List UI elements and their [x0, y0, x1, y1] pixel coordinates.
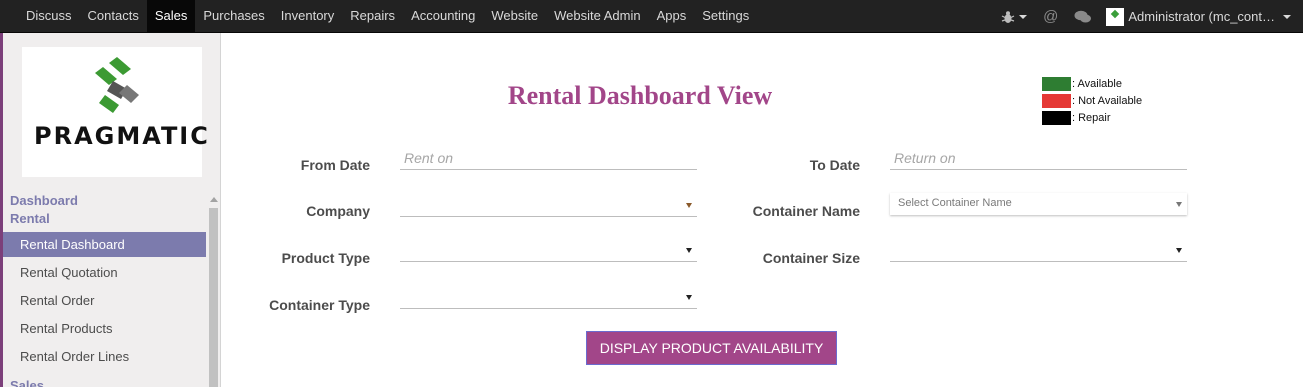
menu-repairs[interactable]: Repairs: [342, 0, 403, 33]
top-navbar: Discuss Contacts Sales Purchases Invento…: [0, 0, 1303, 33]
menu-purchases[interactable]: Purchases: [195, 0, 272, 33]
menu-discuss[interactable]: Discuss: [18, 0, 80, 33]
container-name-placeholder: Select Container Name: [898, 197, 1012, 209]
sidebar-item-rental-dashboard[interactable]: Rental Dashboard: [3, 232, 206, 257]
menu-sales[interactable]: Sales: [146, 0, 196, 33]
menu-website-admin[interactable]: Website Admin: [546, 0, 648, 33]
container-name-select[interactable]: Select Container Name: [890, 193, 1187, 215]
page-title: Rental Dashboard View: [507, 81, 773, 110]
avatar: [1106, 7, 1125, 26]
legend-swatch-not-available: [1042, 94, 1071, 108]
logo-wordmark: PRAGMATIC: [34, 122, 210, 150]
company-label: Company: [306, 203, 370, 219]
menu-website[interactable]: Website: [483, 0, 546, 33]
to-date-input[interactable]: Return on: [890, 148, 1187, 170]
dropdown-arrow-icon: [1176, 248, 1182, 253]
product-type-label: Product Type: [281, 250, 370, 266]
container-type-select[interactable]: [400, 287, 697, 309]
company-select[interactable]: [400, 195, 697, 217]
container-size-label: Container Size: [762, 250, 860, 266]
company-logo: PRAGMATIC: [22, 47, 208, 177]
bug-icon: [1001, 10, 1015, 23]
legend-swatch-available: [1042, 77, 1071, 91]
container-name-label: Container Name: [752, 203, 860, 219]
product-type-select[interactable]: [400, 240, 697, 262]
sidebar: PRAGMATIC Dashboard Rental Rental Dashbo…: [3, 33, 221, 387]
display-product-availability-button[interactable]: DISPLAY PRODUCT AVAILABILITY: [586, 331, 837, 365]
debug-menu[interactable]: [1001, 10, 1028, 24]
sidebar-scrollbar[interactable]: [208, 194, 219, 387]
menu-settings[interactable]: Settings: [694, 0, 757, 33]
sidebar-item-rental-products[interactable]: Rental Products: [3, 316, 206, 341]
scroll-up-icon[interactable]: [210, 197, 218, 202]
legend-available: : Available: [1042, 77, 1122, 91]
section-sales: Sales: [10, 378, 44, 387]
user-name: Administrator (mc_cont…: [1128, 9, 1275, 24]
legend-not-available: : Not Available: [1042, 94, 1142, 108]
from-date-label: From Date: [300, 157, 370, 173]
container-size-select[interactable]: [890, 240, 1187, 262]
chevron-down-icon: [1019, 14, 1028, 19]
section-dashboard: Dashboard: [10, 193, 78, 208]
chevron-down-icon: [1283, 14, 1291, 19]
chat-icon[interactable]: [1074, 10, 1092, 24]
app-menu: Discuss Contacts Sales Purchases Invento…: [18, 0, 757, 33]
sidebar-item-rental-order[interactable]: Rental Order: [3, 288, 206, 313]
legend-swatch-repair: [1042, 111, 1071, 125]
dropdown-arrow-icon: [1176, 202, 1182, 207]
legend-repair: : Repair: [1042, 111, 1111, 125]
to-date-label: To Date: [809, 157, 860, 173]
menu-inventory[interactable]: Inventory: [273, 0, 342, 33]
section-rental: Rental: [10, 211, 50, 226]
at-sign-icon[interactable]: @: [1043, 8, 1058, 25]
sidebar-item-rental-order-lines[interactable]: Rental Order Lines: [3, 344, 206, 369]
dropdown-arrow-icon: [686, 295, 692, 300]
menu-accounting[interactable]: Accounting: [403, 0, 483, 33]
menu-apps[interactable]: Apps: [649, 0, 695, 33]
pragmatic-logo-mark: [95, 57, 139, 113]
menu-contacts[interactable]: Contacts: [80, 0, 147, 33]
systray: @ Administrator (mc_cont…: [993, 0, 1303, 33]
container-type-label: Container Type: [269, 297, 370, 313]
user-menu[interactable]: Administrator (mc_cont…: [1100, 7, 1291, 26]
sidebar-item-rental-quotation[interactable]: Rental Quotation: [3, 260, 206, 285]
from-date-input[interactable]: Rent on: [400, 148, 697, 170]
comments-icon: [1074, 10, 1092, 22]
